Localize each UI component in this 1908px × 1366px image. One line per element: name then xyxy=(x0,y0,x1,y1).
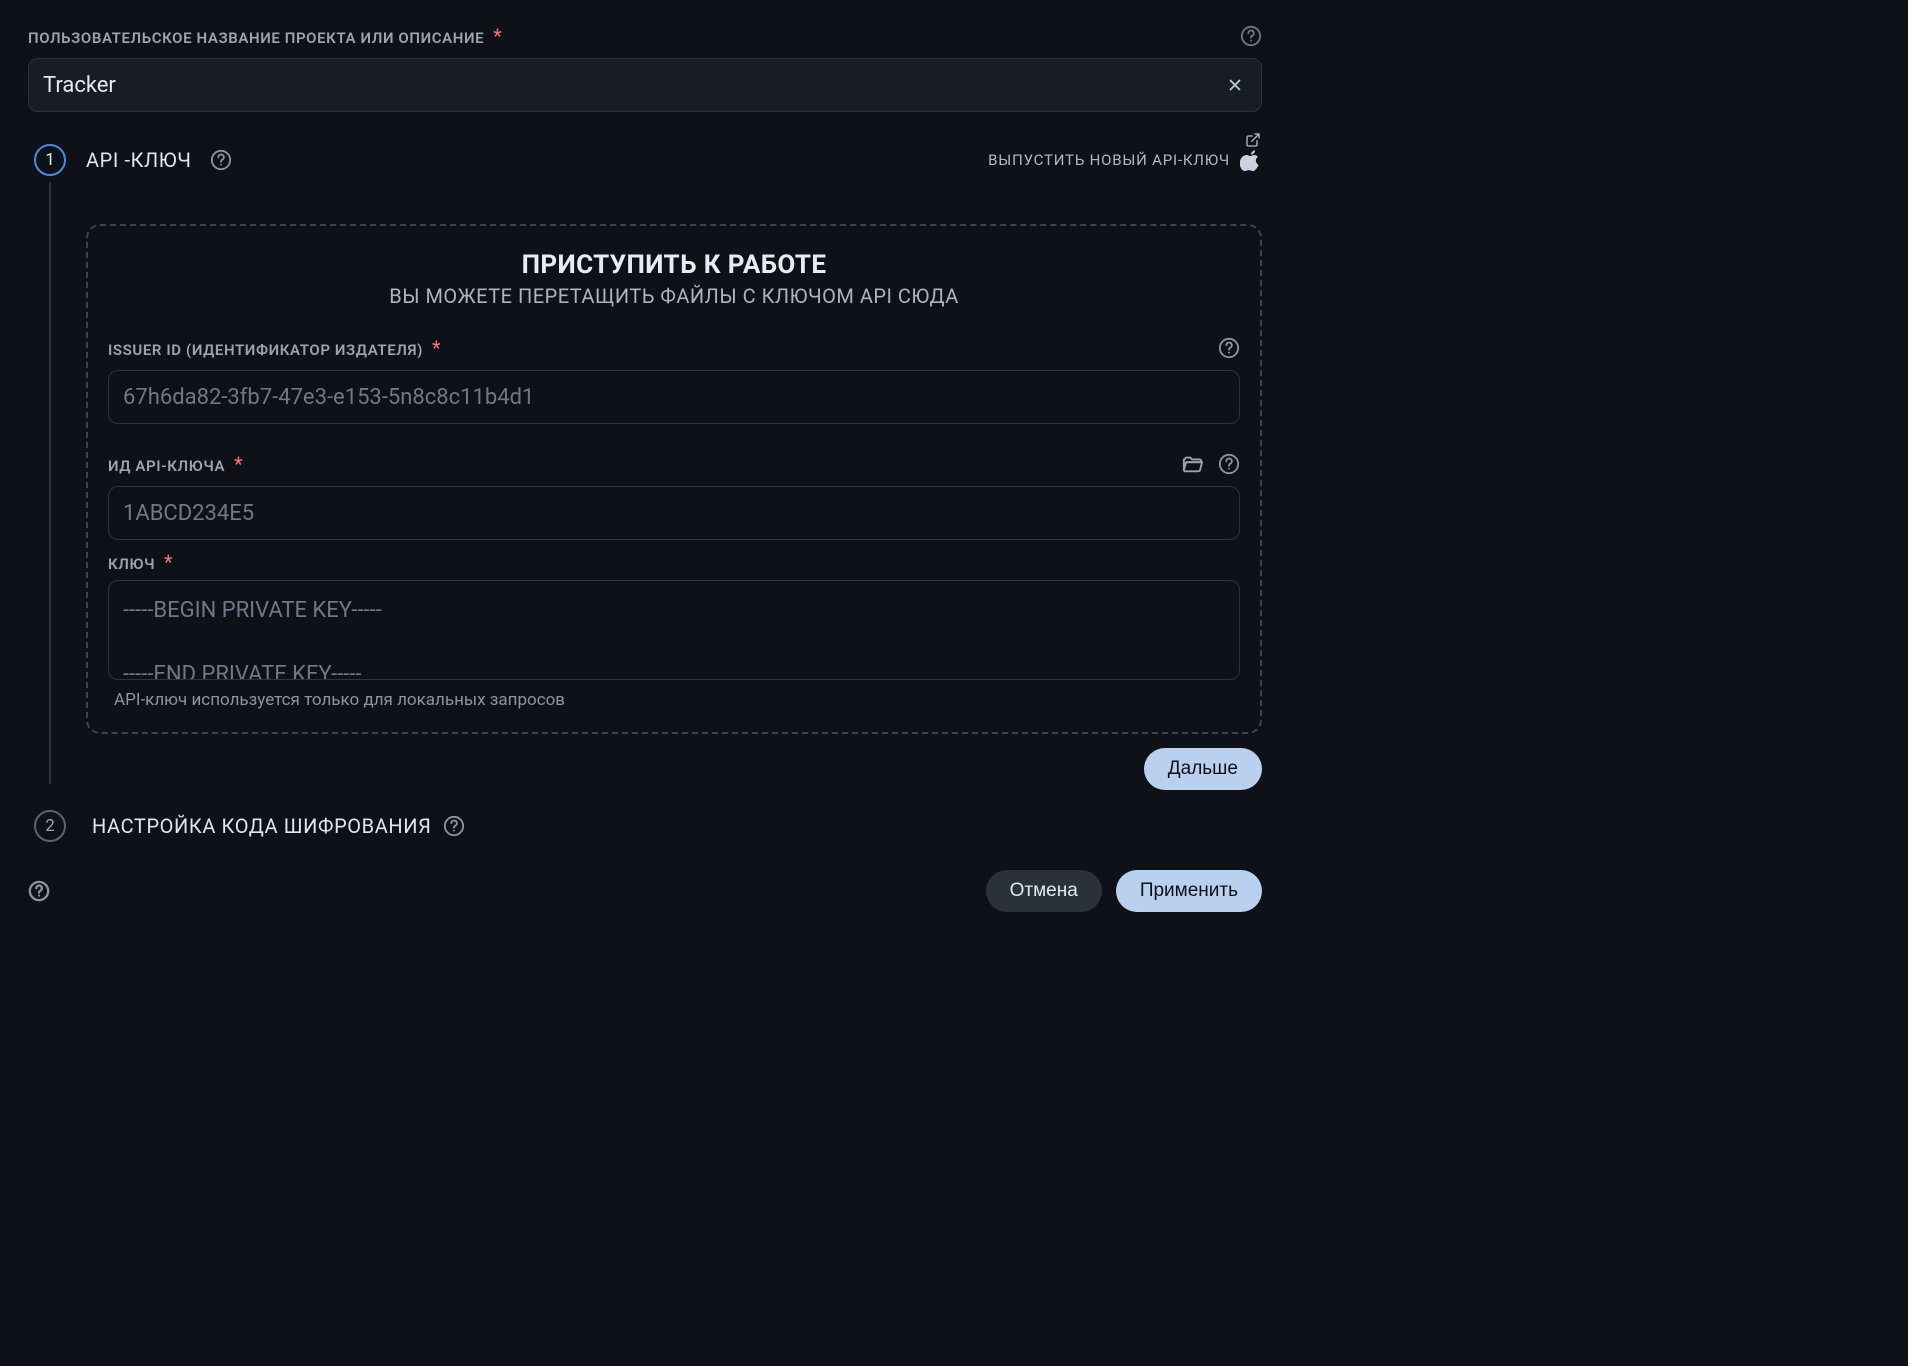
key-textarea-wrap[interactable] xyxy=(108,580,1240,680)
project-name-input-wrap[interactable] xyxy=(28,58,1262,112)
step-connector-line xyxy=(49,182,51,784)
project-name-label: ПОЛЬЗОВАТЕЛЬСКОЕ НАЗВАНИЕ ПРОЕКТА ИЛИ ОП… xyxy=(28,29,484,47)
clear-icon[interactable] xyxy=(1223,73,1247,97)
apple-icon xyxy=(1240,149,1262,171)
required-asterisk: * xyxy=(164,550,173,574)
required-asterisk: * xyxy=(432,336,441,360)
issue-new-api-key-link[interactable]: ВЫПУСТИТЬ НОВЫЙ API-КЛЮЧ xyxy=(988,151,1230,169)
api-key-id-label: ИД API-КЛЮЧА xyxy=(108,457,225,475)
help-icon[interactable] xyxy=(1218,337,1240,359)
dropzone-title: ПРИСТУПИТЬ К РАБОТЕ xyxy=(108,250,1240,280)
help-icon[interactable] xyxy=(210,149,232,171)
key-label: КЛЮЧ xyxy=(108,555,155,573)
project-name-input[interactable] xyxy=(43,73,1223,98)
external-link-icon[interactable] xyxy=(1242,129,1264,151)
step-2-title: НАСТРОЙКА КОДА ШИФРОВАНИЯ xyxy=(92,814,431,838)
key-textarea[interactable] xyxy=(123,581,1225,679)
folder-icon[interactable] xyxy=(1182,453,1204,475)
help-icon[interactable] xyxy=(1240,25,1262,47)
cancel-button[interactable]: Отмена xyxy=(986,870,1102,912)
step-2-marker: 2 xyxy=(34,810,66,842)
help-icon[interactable] xyxy=(1218,453,1240,475)
api-key-id-input[interactable] xyxy=(123,501,1225,526)
step-1-marker: 1 xyxy=(34,144,66,176)
required-asterisk: * xyxy=(493,24,502,48)
apply-button[interactable]: Применить xyxy=(1116,870,1262,912)
key-hint: API-ключ используется только для локальн… xyxy=(108,690,1240,710)
required-asterisk: * xyxy=(234,452,243,476)
issuer-id-input-wrap[interactable] xyxy=(108,370,1240,424)
help-icon[interactable] xyxy=(443,815,465,837)
next-button[interactable]: Дальше xyxy=(1144,748,1262,790)
step-1-title: API -КЛЮЧ xyxy=(86,148,192,172)
dropzone-subtitle: ВЫ МОЖЕТЕ ПЕРЕТАЩИТЬ ФАЙЛЫ С КЛЮЧОМ API … xyxy=(108,284,1240,308)
issuer-id-label: ISSUER ID (ИДЕНТИФИКАТОР ИЗДАТЕЛЯ) xyxy=(108,341,423,359)
api-key-dropzone[interactable]: ПРИСТУПИТЬ К РАБОТЕ ВЫ МОЖЕТЕ ПЕРЕТАЩИТЬ… xyxy=(86,224,1262,734)
issuer-id-input[interactable] xyxy=(123,385,1225,410)
help-icon[interactable] xyxy=(28,880,50,902)
api-key-id-input-wrap[interactable] xyxy=(108,486,1240,540)
